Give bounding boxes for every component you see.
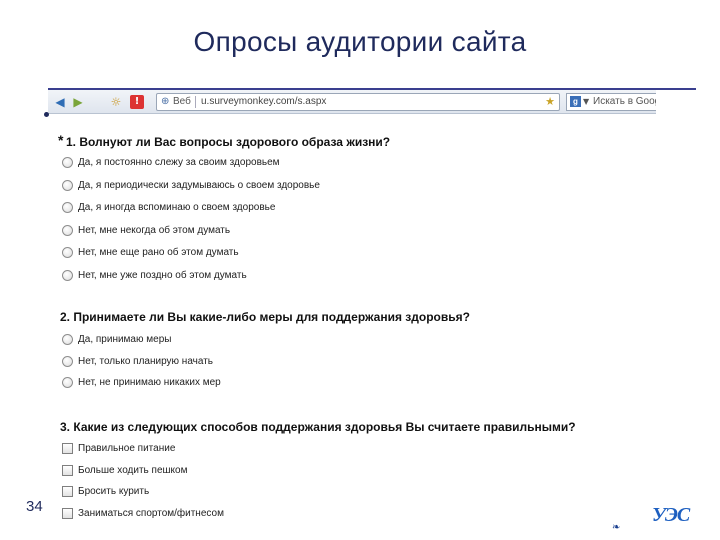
radio-button[interactable] [62, 224, 73, 236]
forward-arrow-icon[interactable]: ▶ [70, 94, 86, 110]
radio-button[interactable] [62, 355, 73, 367]
option-label: Больше ходить пешком [78, 464, 188, 476]
question-3-title: 3. Какие из следующих способов поддержан… [60, 420, 576, 434]
browser-toolbar: ◀ ▶ ☼ ! ⊕ Веб u.surveymonkey.com/s.aspx … [48, 90, 656, 114]
address-bar[interactable]: ⊕ Веб u.surveymonkey.com/s.aspx ★ [156, 93, 560, 111]
radio-button[interactable] [62, 157, 73, 168]
option-label: Нет, мне некогда об этом думать [78, 224, 231, 236]
search-input[interactable]: Искать в Goog [593, 94, 656, 110]
question-2-title: 2. Принимаете ли Вы какие-либо меры для … [60, 310, 470, 324]
search-engine-icon[interactable]: g [570, 96, 581, 107]
search-bar[interactable]: g ▼ Искать в Goog [566, 93, 656, 111]
option-label: Нет, мне еще рано об этом думать [78, 247, 239, 258]
url-separator [195, 96, 196, 108]
slide-title: Опросы аудитории сайта [193, 26, 527, 57]
option-label: Бросить курить [78, 486, 150, 497]
option-label: Нет, только планирую начать [78, 355, 214, 367]
checkbox[interactable] [62, 464, 73, 476]
required-mark: * [58, 132, 64, 148]
company-logo: УЭС [652, 504, 690, 526]
option-label: Да, я иногда вспоминаю о своем здоровье [78, 202, 276, 213]
radio-button[interactable] [62, 247, 73, 258]
bookmark-star-icon[interactable]: ★ [545, 94, 555, 110]
globe-icon: ⊕ [161, 96, 170, 107]
option-label: Да, принимаю меры [78, 334, 172, 345]
browser-screenshot: ◀ ▶ ☼ ! ⊕ Веб u.surveymonkey.com/s.aspx … [48, 90, 656, 520]
chevron-down-icon[interactable]: ▼ [583, 94, 589, 110]
url-text[interactable]: u.surveymonkey.com/s.aspx [201, 94, 326, 110]
option-label: Нет, не принимаю никаких мер [78, 377, 221, 388]
option-label: Нет, мне уже поздно об этом думать [78, 269, 247, 281]
option-label: Да, я периодически задумываюсь о своем з… [78, 179, 320, 191]
radio-button[interactable] [62, 377, 73, 388]
logo-mark-icon: ❧ [612, 522, 621, 533]
checkbox[interactable] [62, 507, 73, 519]
checkbox[interactable] [62, 443, 73, 454]
question-1-title: 1. Волнуют ли Вас вопросы здорового обра… [66, 135, 391, 149]
radio-button[interactable] [62, 269, 73, 281]
radio-button[interactable] [62, 334, 73, 345]
back-arrow-icon[interactable]: ◀ [52, 94, 68, 110]
checkbox[interactable] [62, 486, 73, 497]
warning-icon[interactable]: ! [130, 95, 144, 109]
page-number: 34 [26, 498, 43, 515]
radio-button[interactable] [62, 202, 73, 213]
option-label: Да, я постоянно слежу за своим здоровьем [78, 157, 280, 168]
url-label: Веб [173, 96, 191, 107]
option-label: Правильное питание [78, 443, 176, 454]
option-label: Заниматься спортом/фитнесом [78, 507, 224, 519]
extension-sun-icon[interactable]: ☼ [108, 94, 124, 110]
radio-button[interactable] [62, 179, 73, 191]
bullet-dot [44, 112, 49, 117]
